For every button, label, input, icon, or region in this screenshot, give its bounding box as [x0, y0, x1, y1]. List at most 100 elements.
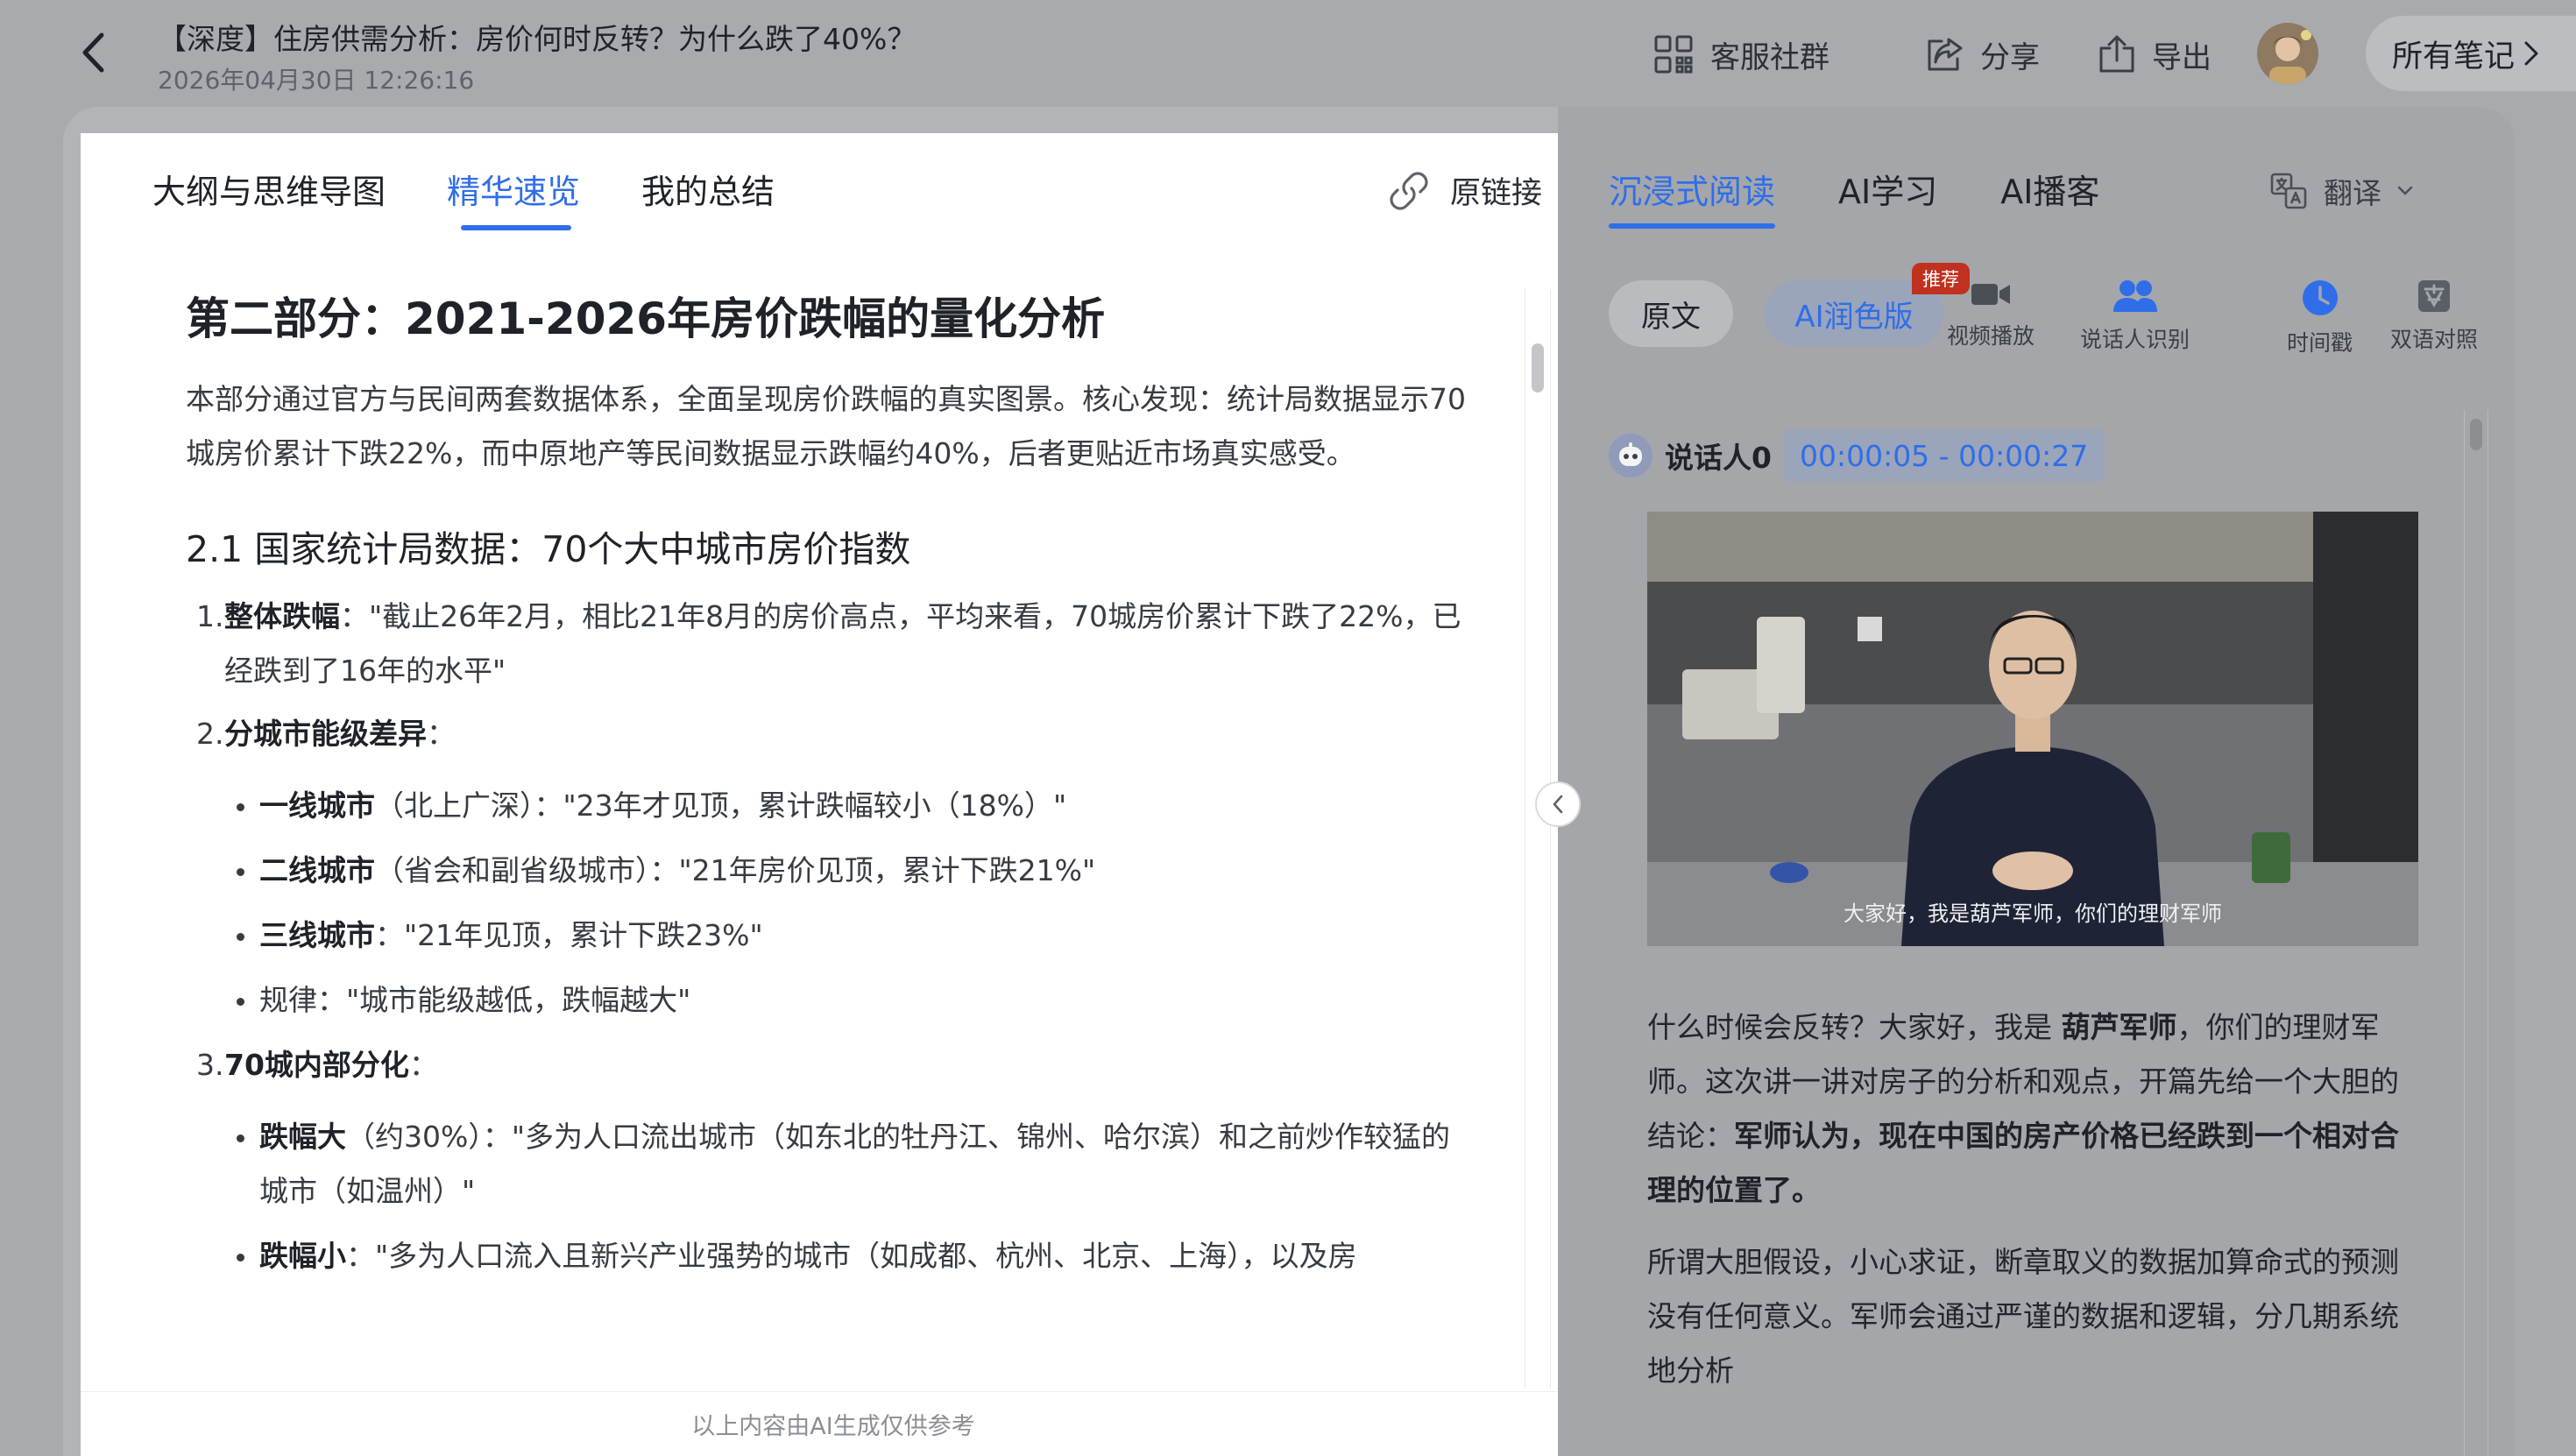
bullet-text: ："21年见顶，累计下跌23%"	[375, 918, 763, 952]
reading-panel: 沉浸式阅读 AI学习 AI播客 翻译 原文 AI润色版 推荐 视频播放 说话人识…	[1558, 107, 2515, 1456]
bullet-text: ："多为人口流入且新兴产业强势的城市（如成都、杭州、北京、上海），以及房	[346, 1239, 1357, 1273]
video-frame	[1647, 512, 2418, 946]
document-title: 【深度】住房供需分析：房价何时反转？为什么跌了40%？	[158, 22, 916, 56]
bullet-item: 跌幅大（约30%）："多为人口流出城市（如东北的牡丹江、锦州、哈尔滨）和之前炒作…	[235, 1110, 1474, 1219]
bullet-label: 三线城市	[259, 918, 375, 952]
users-icon	[2112, 280, 2157, 312]
list-number: 2.	[196, 717, 224, 751]
grid-apps-icon	[1654, 35, 1693, 74]
top-bar: 【深度】住房供需分析：房价何时反转？为什么跌了40%？ 2026年04月30日 …	[0, 0, 2576, 105]
bullet-label: 二线城市	[259, 853, 375, 887]
chevron-right-icon	[2524, 41, 2538, 66]
summary-scrollbar-track[interactable]	[1525, 289, 1551, 1389]
section-intro: 本部分通过官方与民间两套数据体系，全面呈现房价跌幅的真实图景。核心发现：统计局数…	[186, 382, 1466, 470]
transcript-scrollbar-thumb[interactable]	[2470, 419, 2482, 450]
robot-face-icon	[1619, 442, 1642, 466]
summary-article: 第二部分：2021-2026年房价跌幅的量化分析 本部分通过官方与民间两套数据体…	[186, 291, 1570, 1456]
list-item: 3. 70城内部分化：	[186, 1038, 1474, 1092]
sub-list: 跌幅大（约30%）："多为人口流出城市（如东北的牡丹江、锦州、哈尔滨）和之前炒作…	[186, 1110, 1474, 1283]
bullet-text: （省会和副省级城市）："21年房价见顶，累计下跌21%"	[375, 853, 1096, 887]
bullet-text: 规律："城市能级越低，跌幅越大"	[259, 983, 691, 1017]
original-link-button[interactable]: 原链接	[1389, 168, 1542, 213]
bullet-label: 跌幅小	[259, 1239, 346, 1273]
bilingual-button[interactable]: 双语对照	[2390, 279, 2478, 354]
tab-immersive-reading[interactable]: 沉浸式阅读	[1609, 165, 1776, 229]
speaker-avatar	[1609, 434, 1652, 477]
document-datetime: 2026年04月30日 12:26:16	[158, 66, 475, 95]
list-item: 1. 整体跌幅："截止26年2月，相比21年8月的房价高点，平均来看，70城房价…	[186, 590, 1474, 698]
list-item-text: ：	[427, 717, 456, 751]
tab-ai-podcast[interactable]: AI播客	[2000, 165, 2099, 213]
bullet-text: （约30%）："多为人口流出城市（如东北的牡丹江、锦州、哈尔滨）和之前炒作较猛的…	[259, 1120, 1451, 1208]
transcript-scrollbar-track[interactable]	[2464, 410, 2488, 1456]
summary-panel: 大纲与思维导图 精华速览 我的总结 原链接 第二部分：2021-2026年房价跌…	[81, 133, 1586, 1456]
chevron-left-icon	[82, 32, 104, 73]
timestamp-label: 时间戳	[2287, 330, 2353, 356]
chevron-down-icon	[2397, 186, 2413, 195]
list-item-label: 70城内部分化	[224, 1048, 409, 1082]
list-number: 3.	[196, 1048, 224, 1082]
sub-list: 一线城市（北上广深）："23年才见顶，累计跌幅较小（18%）" 二线城市（省会和…	[186, 779, 1474, 1028]
translate-icon	[2270, 173, 2307, 209]
bullet-label: 一线城市	[259, 788, 375, 823]
bullet-label: 跌幅大	[259, 1120, 346, 1154]
list-item-label: 整体跌幅	[224, 599, 340, 633]
list-item-text: ："截止26年2月，相比21年8月的房价高点，平均来看，70城房价累计下跌了22…	[224, 599, 1461, 688]
share-label: 分享	[1980, 39, 2040, 75]
bullet-item: 跌幅小："多为人口流入且新兴产业强势的城市（如成都、杭州、北京、上海），以及房	[235, 1229, 1474, 1283]
bullet-item: 一线城市（北上广深）："23年才见顶，累计跌幅较小（18%）"	[235, 779, 1474, 833]
back-button[interactable]	[72, 30, 114, 75]
bullet-item: 规律："城市能级越低，跌幅越大"	[235, 973, 1474, 1028]
community-button[interactable]: 客服社群	[1652, 30, 1829, 79]
tab-ai-learning[interactable]: AI学习	[1838, 165, 1937, 213]
community-label: 客服社群	[1710, 39, 1829, 75]
link-icon	[1390, 171, 1428, 210]
speaker-recognition-label: 说话人识别	[2080, 327, 2190, 352]
summary-tabs: 大纲与思维导图 精华速览 我的总结	[152, 165, 775, 230]
timestamp-button[interactable]: 时间戳	[2287, 279, 2353, 357]
all-notes-button[interactable]: 所有笔记	[2366, 16, 2576, 91]
video-playback-button[interactable]: 视频播放	[1947, 279, 2035, 350]
export-button[interactable]: 导出	[2098, 30, 2212, 79]
list-item-text: ：	[408, 1048, 438, 1082]
tab-highlights[interactable]: 精华速览	[447, 165, 580, 230]
clock-icon	[2302, 280, 2338, 315]
ai-disclaimer: 以上内容由AI生成仅供参考	[81, 1391, 1586, 1456]
bullet-item: 三线城市："21年见顶，累计下跌23%"	[235, 908, 1474, 963]
list-number: 1.	[196, 599, 224, 633]
summary-scrollbar-thumb[interactable]	[1532, 343, 1544, 392]
video-subtitle: 大家好，我是葫芦军师，你们的理财军师	[1844, 901, 2222, 926]
bilingual-translate-icon	[2418, 280, 2450, 312]
translate-dropdown[interactable]: 翻译	[2269, 170, 2413, 212]
reading-tabs: 沉浸式阅读 AI学习 AI播客	[1609, 165, 2099, 229]
bullet-item: 二线城市（省会和副省级城市）："21年房价见顶，累计下跌21%"	[235, 844, 1474, 898]
video-playback-label: 视频播放	[1947, 323, 2035, 349]
share-button[interactable]: 分享	[1924, 30, 2040, 79]
transcript-paragraph: 什么时候会反转？大家好，我是 葫芦军师，你们的理财军师。这次讲一讲对房子的分析和…	[1647, 1010, 2399, 1207]
subsection-heading: 2.1 国家统计局数据：70个大中城市房价指数	[186, 528, 911, 570]
tab-outline-mindmap[interactable]: 大纲与思维导图	[152, 165, 386, 213]
share-icon	[1928, 38, 1963, 71]
chevron-left-icon	[1553, 795, 1563, 814]
transcript-paragraph: 所谓大胆假设，小心求证，断章取义的数据加算命式的预测没有任何意义。军师会通过严谨…	[1647, 1245, 2399, 1388]
original-link-label: 原链接	[1449, 176, 1542, 211]
speaker-header: 说话人0 00:00:05 - 00:00:27	[1609, 429, 2105, 482]
all-notes-label: 所有笔记	[2392, 39, 2516, 74]
translate-label: 翻译	[2324, 176, 2381, 210]
bullet-text: （北上广深）："23年才见顶，累计跌幅较小（18%）"	[375, 788, 1067, 823]
transcript-text: 什么时候会反转？大家好，我是 葫芦军师，你们的理财军师。这次讲一讲对房子的分析和…	[1647, 1000, 2418, 1456]
speaker-recognition-button[interactable]: 说话人识别	[2080, 279, 2190, 354]
tab-my-summary[interactable]: 我的总结	[641, 165, 775, 213]
video-camera-icon	[1971, 284, 2010, 305]
bilingual-label: 双语对照	[2390, 327, 2479, 352]
video-player[interactable]: 大家好，我是葫芦军师，你们的理财军师	[1647, 512, 2418, 946]
upload-export-icon	[2099, 35, 2134, 73]
time-range-badge[interactable]: 00:00:05 - 00:00:27	[1783, 429, 2105, 482]
list-item: 2. 分城市能级差异：	[186, 707, 1474, 761]
user-avatar[interactable]	[2257, 23, 2318, 84]
export-label: 导出	[2152, 39, 2212, 75]
original-text-button[interactable]: 原文	[1609, 280, 1733, 347]
speaker-name: 说话人0	[1665, 441, 1772, 475]
collapse-panel-button[interactable]	[1535, 781, 1581, 827]
section-heading: 第二部分：2021-2026年房价跌幅的量化分析	[186, 293, 1106, 344]
